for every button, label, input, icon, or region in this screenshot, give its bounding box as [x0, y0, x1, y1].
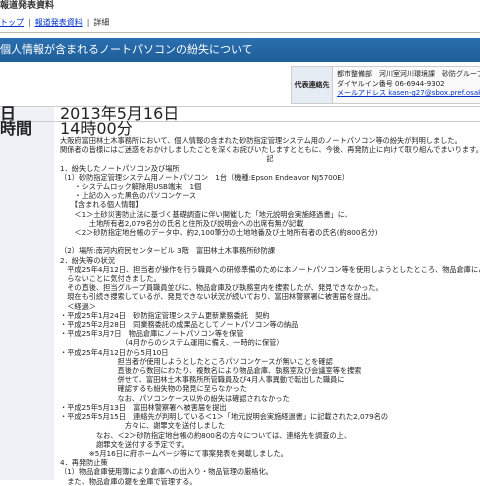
content-line	[60, 237, 480, 246]
breadcrumb: トップ | 報道発表資料 | 詳細	[0, 17, 109, 29]
page-title: 個人情報が含まれるノートパソコンの紛失について	[0, 38, 480, 62]
contact-body: 都市整備部 河川室河川環境課 砂防グループ ダイヤルイン番号 06-6944-9…	[337, 70, 480, 99]
contact-label: 代表連絡先	[292, 67, 333, 103]
content-body: 大阪府富田林土木事務所において、個人情報の含まれた砂防指定管理システム用のノート…	[60, 136, 480, 486]
content-line: （1）物品倉庫使用簿により倉庫への出入り・物品管理の厳格化。	[60, 467, 273, 477]
contact-box: 代表連絡先 都市整備部 河川室河川環境課 砂防グループ ダイヤルイン番号 06-…	[291, 66, 480, 104]
content-line: ・平成25年1月24日 砂防指定管理システム更新業務委託 契約	[60, 310, 270, 320]
content-line: その直後、担当グループ員職員並びに、物品倉庫及び執務室内を捜索したが、発見できな…	[60, 283, 383, 293]
content-line: （2）場所:南河内府民センタービル 3階 富田林土木事務所砂防課	[60, 246, 276, 256]
content-line: 方々に、謝罪文を送付しました	[60, 421, 226, 431]
content-line: ＜経過＞	[60, 301, 96, 311]
breadcrumb-press-link[interactable]: 報道発表資料	[35, 18, 83, 27]
content-line: なお、＜2＞砂防指定地台帳の約800名の方々については、連絡先を調査の上、	[60, 430, 352, 440]
content-line: 確認するも紛失物の発見に至らなかった	[60, 384, 247, 394]
content-line: ＜1＞土砂災害防止法に基づく基礎調査に伴い開催した「地元説明会実施経過書」に、	[60, 209, 352, 219]
content-line: 【含まれる個人情報】	[60, 200, 143, 210]
content-line: 関係者の皆様にはご迷惑をおかけしましたことを深くお詫びいたしますとともに、今後、…	[60, 145, 480, 155]
content-line: 2．紛失等の状況	[60, 255, 115, 265]
content-line: ・平成25年5月15日 連絡先が判明している＜1＞「地元説明会実施経過書」に記載…	[60, 412, 389, 422]
content-line: なお、パソコンケース以外の紛失は確認されなかった	[60, 393, 290, 403]
page-title-text: 個人情報が含まれるノートパソコンの紛失について	[0, 43, 253, 56]
content-line: 併せて、富田林土木事務所所管職員及び4月人事異動で転出した職員に	[60, 375, 345, 385]
breadcrumb-separator: |	[28, 18, 31, 27]
content-line: 謝罪文を送付する予定です。	[60, 439, 189, 449]
divider	[0, 32, 480, 33]
content-line: 土地所有者2,079名分の氏名と住所及び説明会への出席有無が記載	[60, 218, 304, 228]
content-line: 担当者が使用しようとしたところパソコンケースが無いことを確認	[60, 356, 333, 366]
time-row: 時間 14時00分	[0, 119, 480, 138]
content-line: 大阪府富田林土木事務所において、個人情報の含まれた砂防指定管理システム用のノート…	[60, 136, 462, 145]
site-title-text: 報道発表資料	[0, 1, 55, 11]
time-value: 14時00分	[60, 119, 133, 138]
content-line: 記	[266, 154, 274, 164]
content-line: ※5月16日に府ホームページ等にて事案発表を掲載しました。	[60, 448, 288, 458]
content-line: 1．紛失したノートパソコン及び場所	[60, 163, 180, 173]
breadcrumb-separator: |	[86, 18, 90, 27]
contact-phone: ダイヤルイン番号 06-6944-9302	[337, 79, 445, 88]
content-line: ・システムロック解除用USB端末 1個	[60, 182, 202, 192]
content-line: また、物品倉庫の鍵を金庫で管理する。	[60, 476, 197, 486]
breadcrumb-top-link[interactable]: トップ	[0, 18, 24, 27]
contact-email-link[interactable]: メールアドレス kasen-g27@sbox.pref.osaka.lg.jp	[337, 89, 480, 99]
contact-department: 都市整備部 河川室河川環境課 砂防グループ	[337, 70, 480, 78]
breadcrumb-current: 詳細	[93, 18, 110, 27]
content-line: ・平成25年3月7日 物品倉庫にノートパソコン等を保管	[60, 329, 244, 339]
content-line: ・平成25年4月12日から5月10日	[60, 347, 169, 357]
content-line: 直後から数回にわたり、複数名により物品倉庫、執務室及び会議室等を捜索	[60, 366, 362, 376]
site-title: 報道発表資料	[0, 0, 480, 13]
content-line: ・平成25年5月13日 富田林警察署へ被害届を提出	[60, 402, 227, 412]
content-line: （4月からのシステム運用に備え、一時的に保管）	[60, 338, 284, 348]
content-label-cell	[0, 136, 54, 480]
content-line: ・上記の入った黒色のパソコンケース	[60, 191, 197, 201]
content-line: （1）砂防指定管理システム用ノートパソコン 1台（機種:Epson Endeav…	[60, 172, 350, 182]
content-line: 4．再発防止策	[60, 458, 108, 468]
content-line: ・平成25年2月28日 同業務委託の成果品としてノートパソコン等の納品	[60, 320, 299, 330]
content-line: らないことに気付きました。	[60, 274, 161, 284]
content-line: ＜2＞砂防指定地台帳のデータ中、約2,100筆分の土地地番及び土地所有者の氏名(…	[60, 228, 378, 238]
content-line: 平成25年4月12日、担当者が操作を行う職員への研修準備のために本ノートパソコン…	[67, 264, 480, 274]
time-label: 時間	[0, 121, 54, 137]
content-line: 現在も引続き捜索しているが、発見できない状況が続いており、富田林警察署に被害届を…	[60, 292, 376, 302]
